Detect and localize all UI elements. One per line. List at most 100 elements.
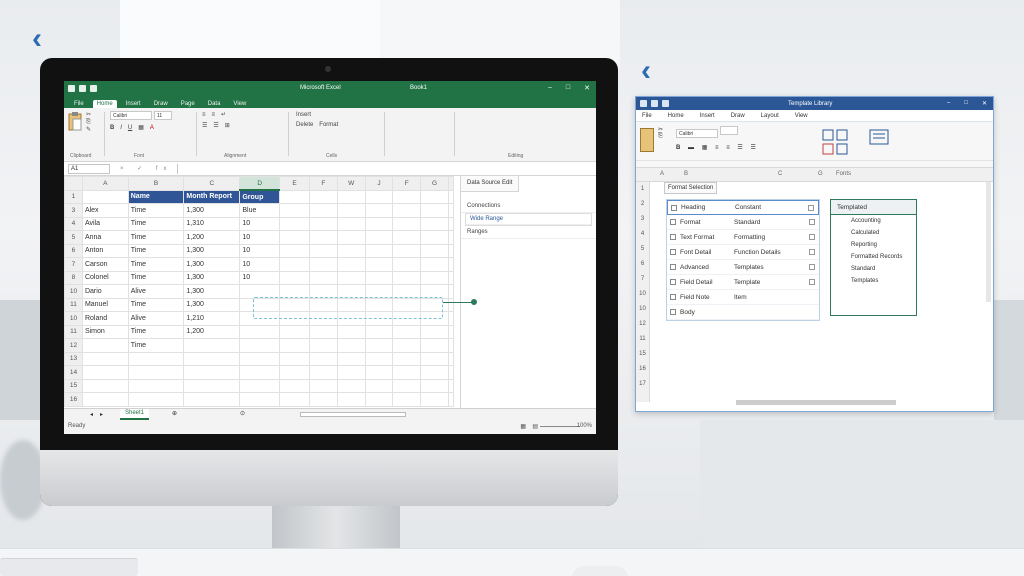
tab-draw[interactable]: Draw (150, 100, 172, 108)
name-box[interactable]: A1 (68, 163, 110, 174)
template-item[interactable]: Calculated (831, 227, 916, 239)
border-icon[interactable]: ▦ (138, 124, 144, 131)
checkbox[interactable] (670, 264, 676, 270)
table-cell[interactable] (279, 203, 310, 218)
redo-icon[interactable] (90, 84, 97, 92)
table-cell[interactable] (392, 392, 422, 407)
list-item[interactable]: Field Note Item (667, 290, 819, 305)
table-cell[interactable] (364, 365, 394, 380)
column-header[interactable]: F (392, 176, 422, 191)
view-normal-icon[interactable]: ▦ (520, 423, 526, 430)
spreadsheet-table[interactable]: A B C D E F W J F G 1 Name Month Report Gro… (64, 176, 455, 407)
row-header[interactable]: 11 (64, 297, 83, 312)
paste-icon[interactable] (640, 128, 654, 152)
table-cell[interactable] (308, 338, 338, 353)
zoom-slider[interactable] (540, 426, 580, 427)
table-cell[interactable]: Roland (81, 311, 129, 326)
table-cell[interactable] (239, 284, 281, 299)
table-cell[interactable]: Alive (127, 311, 185, 326)
table-cell[interactable] (239, 351, 281, 366)
table-cell[interactable] (392, 243, 422, 258)
table-cell[interactable] (279, 378, 310, 393)
table-cell[interactable] (336, 351, 366, 366)
checkbox[interactable] (670, 249, 676, 255)
table-cell[interactable] (336, 189, 366, 204)
add-sheet-icon[interactable]: ⊕ (172, 410, 177, 417)
table-cell[interactable] (336, 338, 366, 353)
row-header[interactable]: 1 (64, 189, 83, 204)
format-painter-icon[interactable]: ✎ (86, 126, 91, 133)
next-sheet-icon[interactable]: ▸ (100, 411, 103, 418)
row-header[interactable]: 3 (64, 203, 83, 218)
table-cell[interactable]: Anton (81, 243, 129, 258)
vertical-scrollbar[interactable] (986, 182, 991, 302)
table-cell[interactable] (420, 324, 449, 339)
template-item[interactable]: Templates (831, 275, 916, 287)
font-size-select[interactable]: 11 (153, 111, 172, 120)
tab-file[interactable]: File (70, 100, 88, 108)
connector-handle[interactable] (471, 299, 477, 305)
table-cell[interactable] (420, 338, 449, 353)
highlight-icon[interactable]: ▬ (688, 145, 694, 151)
tab-view[interactable]: View (229, 100, 250, 108)
table-cell[interactable] (447, 230, 455, 245)
insert-button[interactable]: Insert (296, 112, 311, 118)
table-cell[interactable] (392, 365, 422, 380)
table-cell[interactable] (239, 365, 281, 380)
column-header[interactable]: B (127, 176, 185, 191)
table-cell[interactable] (81, 378, 129, 393)
table-cell[interactable] (364, 324, 394, 339)
table-cell[interactable] (447, 203, 455, 218)
formula-input[interactable] (176, 163, 596, 174)
table-cell[interactable] (336, 216, 366, 231)
list-item[interactable]: Format Standard (667, 215, 819, 230)
tab-home[interactable]: Home (92, 100, 117, 108)
list-item[interactable]: Font Detail Function Details (667, 245, 819, 260)
table-cell[interactable] (308, 257, 338, 272)
table-cell[interactable] (336, 230, 366, 245)
table-cell[interactable] (239, 378, 281, 393)
table-cell[interactable] (308, 216, 338, 231)
wrap-text-icon[interactable]: ↵ (221, 111, 226, 118)
select-all-corner[interactable] (64, 176, 83, 191)
italic-icon[interactable]: I (120, 125, 122, 131)
menu-layout[interactable]: Layout (761, 113, 779, 119)
table-cell[interactable] (364, 270, 394, 285)
border-icon[interactable]: ▦ (702, 145, 708, 151)
table-cell[interactable]: 1,210 (183, 311, 241, 326)
table-cell[interactable]: Name (127, 189, 185, 204)
checkbox[interactable] (670, 309, 676, 315)
table-cell[interactable] (336, 257, 366, 272)
table-cell[interactable] (308, 203, 338, 218)
table-cell[interactable] (279, 189, 310, 204)
row-header[interactable]: 4 (64, 216, 83, 231)
horizontal-scrollbar[interactable] (736, 400, 896, 405)
back-arrow-icon[interactable]: ‹ (641, 56, 651, 86)
option-checkbox[interactable] (809, 219, 815, 225)
table-cell[interactable]: Carson (81, 257, 129, 272)
table-cell[interactable]: Manuel (81, 297, 129, 312)
horizontal-scrollbar[interactable] (300, 412, 406, 417)
align-top-icon[interactable]: ≡ (202, 112, 206, 118)
table-cell[interactable] (308, 243, 338, 258)
menu-home[interactable]: Home (668, 113, 684, 119)
row-header[interactable]: 7 (64, 257, 83, 272)
maximize-icon[interactable]: □ (964, 100, 968, 107)
copy-icon[interactable]: ⎘ (86, 119, 91, 126)
side-pane-tab[interactable]: Data Source Edit (461, 176, 520, 192)
column-header[interactable]: W (336, 176, 366, 191)
table-cell[interactable]: Group (239, 189, 281, 204)
undo-icon[interactable] (79, 84, 86, 92)
minimize-icon[interactable]: – (947, 100, 950, 107)
template-item[interactable]: Standard (831, 263, 916, 275)
table-cell[interactable] (447, 392, 455, 407)
table-cell[interactable] (420, 189, 449, 204)
table-cell[interactable] (420, 392, 449, 407)
table-cell[interactable]: Avila (81, 216, 129, 231)
table-cell[interactable] (279, 216, 310, 231)
table-cell[interactable] (239, 392, 281, 407)
table-cell[interactable] (447, 311, 455, 326)
table-cell[interactable] (183, 392, 241, 407)
table-cell[interactable]: Dario (81, 284, 129, 299)
table-cell[interactable]: 1,300 (183, 284, 241, 299)
